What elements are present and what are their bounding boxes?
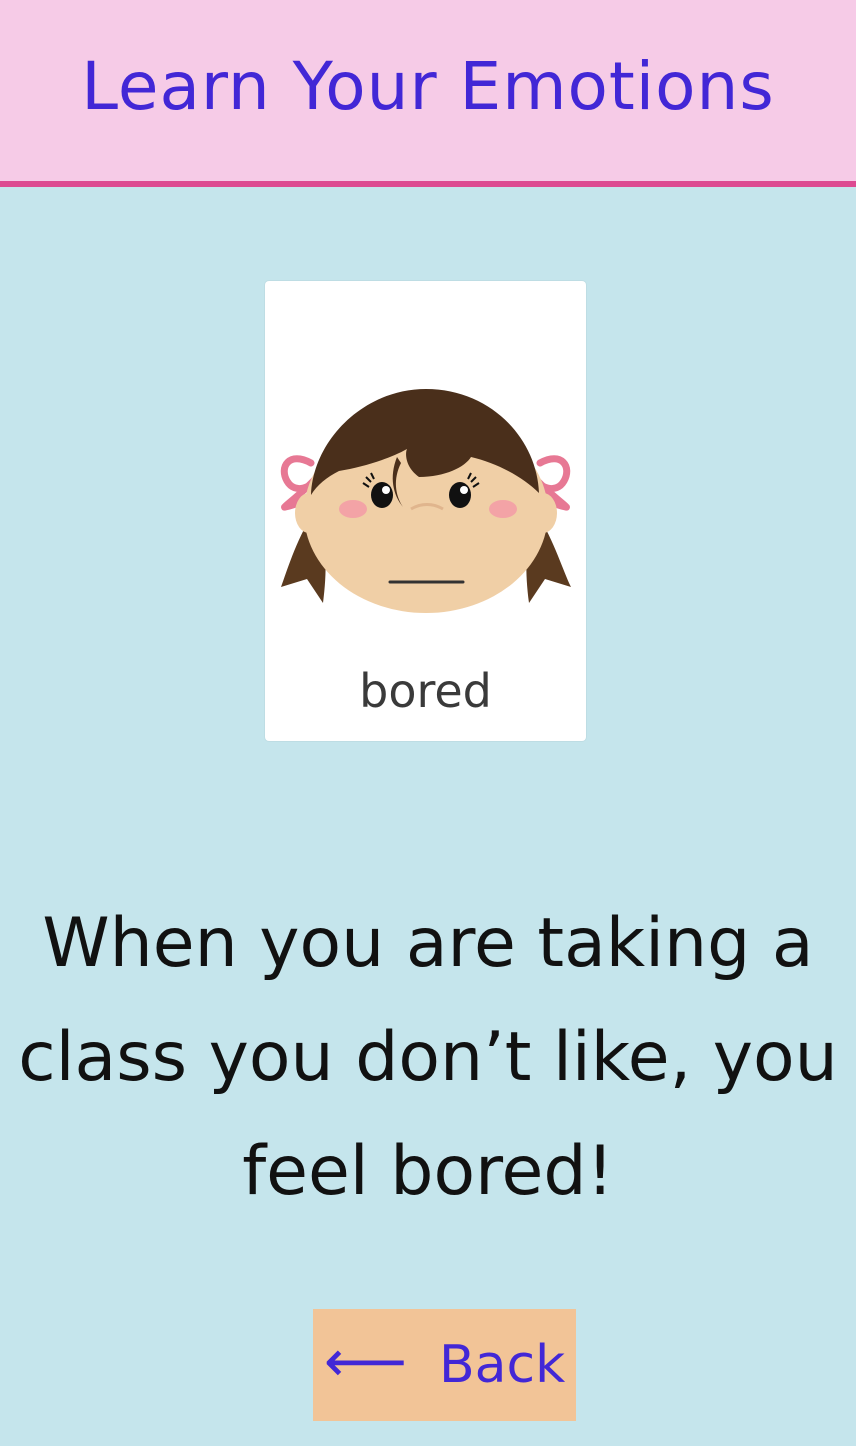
main-content: bored When you are taking a class you do…	[0, 187, 856, 1446]
emotion-card: bored	[265, 281, 586, 741]
emotion-word: bored	[359, 664, 492, 718]
back-button-label: Back	[438, 1335, 566, 1395]
emotion-description: When you are taking a class you don’t li…	[18, 904, 838, 1211]
left-arrow-icon: ⟵	[323, 1327, 407, 1395]
app-header: Learn Your Emotions	[0, 0, 856, 187]
back-button[interactable]: ⟵ Back	[313, 1309, 576, 1421]
page-title: Learn Your Emotions	[81, 47, 775, 125]
